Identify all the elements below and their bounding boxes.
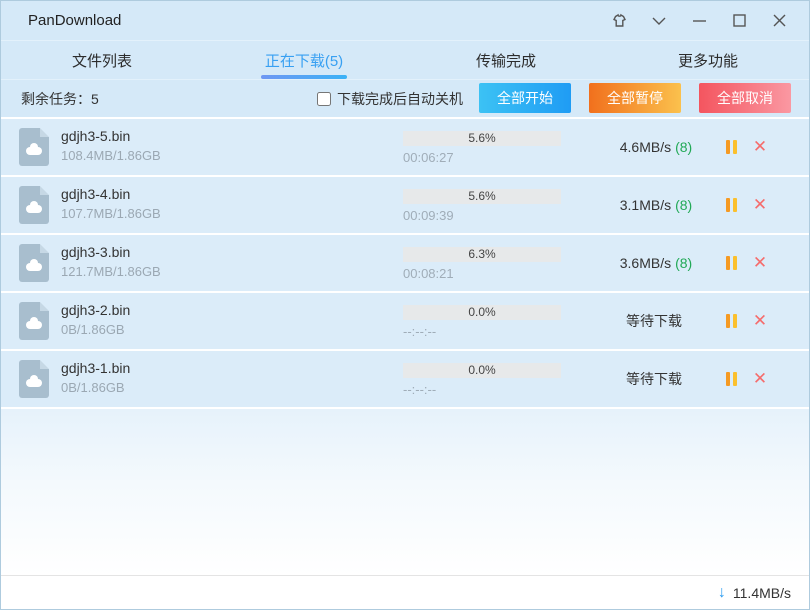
skin-icon[interactable] xyxy=(603,7,635,35)
speed-value: 3.1MB/s xyxy=(620,197,671,213)
download-row[interactable]: gdjh3-1.bin 0B/1.86GB 0.0% --:--:-- 等待下载… xyxy=(1,351,809,407)
auto-shutdown-checkbox[interactable] xyxy=(317,92,331,106)
progress-percent: 5.6% xyxy=(403,131,561,146)
total-download-speed: 11.4MB/s xyxy=(733,585,791,601)
speed-cell: 等待下载 xyxy=(593,293,719,349)
pause-icon[interactable] xyxy=(725,140,739,154)
titlebar-icons xyxy=(603,7,795,35)
speed-value: 等待下载 xyxy=(626,311,682,331)
cancel-all-button[interactable]: 全部取消 xyxy=(699,83,791,113)
pause-icon[interactable] xyxy=(725,314,739,328)
download-row[interactable]: gdjh3-3.bin 121.7MB/1.86GB 6.3% 00:08:21… xyxy=(1,235,809,291)
speed-cell: 等待下载 xyxy=(593,351,719,407)
file-cloud-icon xyxy=(19,186,49,224)
download-row[interactable]: gdjh3-2.bin 0B/1.86GB 0.0% --:--:-- 等待下载… xyxy=(1,293,809,349)
file-name: gdjh3-3.bin xyxy=(61,244,130,260)
maximize-icon[interactable] xyxy=(723,7,755,35)
time-remaining: 00:06:27 xyxy=(403,150,454,165)
pause-icon[interactable] xyxy=(725,256,739,270)
file-cloud-icon xyxy=(19,244,49,282)
pause-icon[interactable] xyxy=(725,198,739,212)
start-all-button[interactable]: 全部开始 xyxy=(479,83,571,113)
cancel-icon[interactable]: ✕ xyxy=(751,312,769,330)
tab-label: 正在下载(5) xyxy=(265,50,343,71)
cancel-icon[interactable]: ✕ xyxy=(751,370,769,388)
thread-count: (8) xyxy=(675,255,692,271)
tab-label: 传输完成 xyxy=(476,50,536,71)
tab-downloading[interactable]: 正在下载(5) xyxy=(203,41,405,79)
file-size: 0B/1.86GB xyxy=(61,322,125,337)
cancel-icon[interactable]: ✕ xyxy=(751,138,769,156)
status-bar: ↓ 11.4MB/s xyxy=(1,575,809,609)
chevron-down-icon[interactable] xyxy=(643,7,675,35)
download-row[interactable]: gdjh3-5.bin 108.4MB/1.86GB 5.6% 00:06:27… xyxy=(1,119,809,175)
download-row[interactable]: gdjh3-4.bin 107.7MB/1.86GB 5.6% 00:09:39… xyxy=(1,177,809,233)
file-size: 108.4MB/1.86GB xyxy=(61,148,161,163)
app-window: PanDownload 文件列表 正在下载(5) xyxy=(0,0,810,610)
tab-more-features[interactable]: 更多功能 xyxy=(607,41,809,79)
file-size: 107.7MB/1.86GB xyxy=(61,206,161,221)
download-arrow-icon: ↓ xyxy=(718,584,726,602)
remaining-tasks-label: 剩余任务：5 xyxy=(21,89,99,109)
progress-percent: 6.3% xyxy=(403,247,561,262)
active-tab-underline xyxy=(261,75,347,79)
file-name: gdjh3-2.bin xyxy=(61,302,130,318)
title-bar: PanDownload xyxy=(1,1,809,41)
cancel-icon[interactable]: ✕ xyxy=(751,196,769,214)
progress-percent: 0.0% xyxy=(403,363,561,378)
thread-count: (8) xyxy=(675,197,692,213)
file-name: gdjh3-4.bin xyxy=(61,186,130,202)
thread-count: (8) xyxy=(675,139,692,155)
speed-value: 4.6MB/s xyxy=(620,139,671,155)
pause-all-button[interactable]: 全部暂停 xyxy=(589,83,681,113)
speed-cell: 3.1MB/s (8) xyxy=(593,177,719,233)
progress-percent: 5.6% xyxy=(403,189,561,204)
time-remaining: --:--:-- xyxy=(403,382,436,397)
cancel-icon[interactable]: ✕ xyxy=(751,254,769,272)
file-cloud-icon xyxy=(19,128,49,166)
time-remaining: 00:08:21 xyxy=(403,266,454,281)
file-size: 0B/1.86GB xyxy=(61,380,125,395)
pause-icon[interactable] xyxy=(725,372,739,386)
speed-value: 等待下载 xyxy=(626,369,682,389)
empty-area xyxy=(1,409,809,575)
tab-label: 更多功能 xyxy=(678,50,738,71)
speed-cell: 3.6MB/s (8) xyxy=(593,235,719,291)
auto-shutdown-label: 下载完成后自动关机 xyxy=(337,89,463,109)
file-name: gdjh3-1.bin xyxy=(61,360,130,376)
tab-label: 文件列表 xyxy=(72,50,132,71)
file-name: gdjh3-5.bin xyxy=(61,128,130,144)
close-icon[interactable] xyxy=(763,7,795,35)
progress-percent: 0.0% xyxy=(403,305,561,320)
auto-shutdown-option[interactable]: 下载完成后自动关机 xyxy=(317,89,463,109)
time-remaining: 00:09:39 xyxy=(403,208,454,223)
file-cloud-icon xyxy=(19,302,49,340)
tab-file-list[interactable]: 文件列表 xyxy=(1,41,203,79)
tab-completed[interactable]: 传输完成 xyxy=(405,41,607,79)
tab-bar: 文件列表 正在下载(5) 传输完成 更多功能 xyxy=(1,41,809,80)
file-cloud-icon xyxy=(19,360,49,398)
download-list: gdjh3-5.bin 108.4MB/1.86GB 5.6% 00:06:27… xyxy=(1,117,809,409)
speed-value: 3.6MB/s xyxy=(620,255,671,271)
app-title: PanDownload xyxy=(28,12,603,29)
minimize-icon[interactable] xyxy=(683,7,715,35)
toolbar: 剩余任务：5 下载完成后自动关机 全部开始 全部暂停 全部取消 xyxy=(1,80,809,117)
time-remaining: --:--:-- xyxy=(403,324,436,339)
speed-cell: 4.6MB/s (8) xyxy=(593,119,719,175)
file-size: 121.7MB/1.86GB xyxy=(61,264,161,279)
